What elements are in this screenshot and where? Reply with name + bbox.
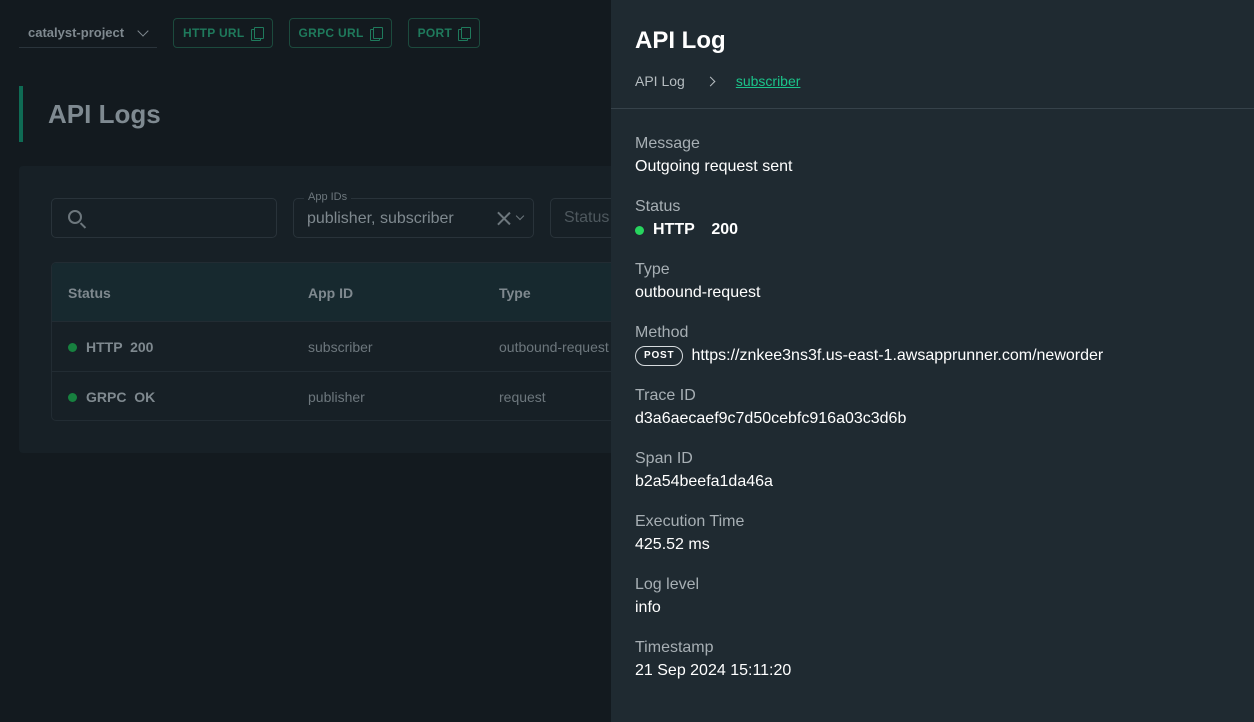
clear-icon[interactable] (497, 211, 511, 225)
table-row[interactable]: HTTP 200 subscriber outbound-request (52, 321, 630, 371)
status-placeholder: Status (564, 209, 610, 226)
search-icon (68, 210, 82, 224)
field-method: Method POST https://znkee3ns3f.us-east-1… (635, 323, 1103, 366)
field-value: 21 Sep 2024 15:11:20 (635, 662, 792, 679)
field-label: Type (635, 261, 670, 278)
chevron-right-icon (705, 76, 716, 86)
page-header: API Logs (19, 86, 161, 142)
field-execution-time: Execution Time 425.52 ms (635, 512, 744, 555)
topbar: catalyst-project HTTP URL GRPC URL PORT (19, 18, 481, 48)
chevron-down-icon[interactable] (515, 211, 525, 221)
field-value: HTTP 200 (635, 220, 738, 240)
chevron-down-icon (137, 24, 149, 37)
status-value: HTTP 200 (653, 221, 739, 238)
field-label: Execution Time (635, 513, 745, 530)
field-label: Message (635, 135, 700, 152)
app-ids-select[interactable]: App IDs publisher, subscriber (293, 191, 534, 238)
app-ids-value: publisher, subscriber (307, 210, 454, 227)
breadcrumb-root[interactable]: API Log (635, 73, 685, 89)
copy-icon (369, 26, 383, 41)
api-log-drawer: API Log API Log subscriber Message Outgo… (611, 0, 1254, 722)
app-id-cell: publisher (308, 389, 365, 405)
field-trace-id: Trace ID d3a6aecaef9c7d50cebfc916a03c3d6… (635, 386, 906, 429)
http-url-button[interactable]: HTTP URL (173, 18, 273, 48)
field-value: POST https://znkee3ns3f.us-east-1.awsapp… (635, 346, 1103, 366)
copy-icon (458, 26, 472, 41)
method-badge: POST (635, 346, 684, 366)
status-text: GRPC OK (86, 389, 156, 405)
field-status: Status HTTP 200 (635, 197, 738, 240)
divider (611, 108, 1254, 109)
field-label: Method (635, 324, 689, 341)
field-log-level: Log level info (635, 575, 699, 618)
field-value: info (635, 599, 661, 616)
type-cell: request (499, 389, 546, 405)
field-value: d3a6aecaef9c7d50cebfc916a03c3d6b (635, 410, 907, 427)
column-header-status[interactable]: Status (68, 285, 111, 301)
field-message: Message Outgoing request sent (635, 134, 792, 177)
field-type: Type outbound-request (635, 260, 760, 303)
status-dot-icon (68, 392, 77, 402)
status-dot-icon (68, 342, 77, 352)
field-label: Status (635, 198, 681, 215)
copy-icon (250, 26, 264, 41)
grpc-url-label: GRPC URL (298, 26, 364, 40)
method-url: https://znkee3ns3f.us-east-1.awsapprunne… (691, 347, 1104, 364)
field-value: b2a54beefa1da46a (635, 473, 773, 490)
status-text: HTTP 200 (86, 339, 154, 355)
column-header-type[interactable]: Type (499, 285, 531, 301)
field-value: Outgoing request sent (635, 158, 793, 175)
app-ids-label: App IDs (304, 191, 352, 203)
app-id-cell: subscriber (308, 339, 373, 355)
table-row[interactable]: GRPC OK publisher request (52, 371, 630, 420)
column-header-app-id[interactable]: App ID (308, 285, 353, 301)
table-header: Status App ID Type (52, 263, 630, 321)
status-dot-icon (635, 225, 644, 235)
field-label: Trace ID (635, 387, 696, 404)
port-button[interactable]: PORT (407, 18, 481, 48)
page-title: API Logs (48, 98, 161, 129)
grpc-url-button[interactable]: GRPC URL (288, 18, 392, 48)
field-span-id: Span ID b2a54beefa1da46a (635, 449, 773, 492)
field-value: 425.52 ms (635, 536, 710, 553)
logs-table: Status App ID Type HTTP 200 subscriber o… (51, 262, 631, 421)
http-url-label: HTTP URL (183, 26, 245, 40)
search-input[interactable] (51, 198, 277, 238)
breadcrumb-current-link[interactable]: subscriber (736, 73, 801, 89)
port-label: PORT (417, 26, 453, 40)
breadcrumb: API Log subscriber (635, 73, 800, 89)
field-label: Span ID (635, 450, 693, 467)
logs-card: App IDs publisher, subscriber Status Sta… (19, 166, 631, 453)
field-label: Log level (635, 576, 700, 593)
drawer-title: API Log (635, 27, 726, 54)
field-value: outbound-request (635, 284, 761, 301)
project-select-label: catalyst-project (28, 25, 125, 40)
status-cell: GRPC OK (68, 389, 155, 405)
field-timestamp: Timestamp 21 Sep 2024 15:11:20 (635, 638, 791, 681)
project-select[interactable]: catalyst-project (19, 18, 157, 48)
type-cell: outbound-request (499, 339, 609, 355)
field-label: Timestamp (635, 639, 714, 656)
status-cell: HTTP 200 (68, 339, 153, 355)
